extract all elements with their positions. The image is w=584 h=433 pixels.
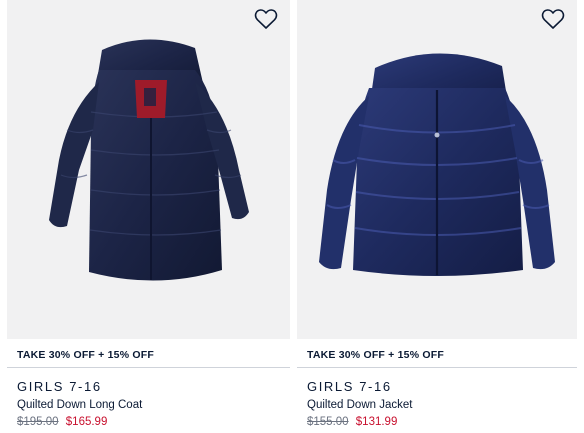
promo-text: TAKE 30% OFF + 15% OFF (307, 349, 444, 361)
wishlist-heart-icon[interactable] (541, 8, 565, 30)
sale-price: $165.99 (65, 416, 108, 428)
product-image-container[interactable] (7, 0, 290, 339)
wishlist-heart-icon[interactable] (254, 8, 278, 30)
product-name[interactable]: Quilted Down Long Coat (17, 399, 142, 411)
original-price: $155.00 (307, 416, 349, 428)
product-image-down-jacket[interactable] (297, 0, 577, 339)
product-name[interactable]: Quilted Down Jacket (307, 399, 412, 411)
divider (297, 367, 577, 368)
product-grid: TAKE 30% OFF + 15% OFF GIRLS 7-16 Quilte… (0, 0, 584, 433)
product-category: GIRLS 7-16 (307, 379, 392, 394)
product-card[interactable]: TAKE 30% OFF + 15% OFF GIRLS 7-16 Quilte… (297, 0, 577, 433)
product-category: GIRLS 7-16 (17, 379, 102, 394)
original-price: $195.00 (17, 416, 59, 428)
product-card[interactable]: TAKE 30% OFF + 15% OFF GIRLS 7-16 Quilte… (7, 0, 290, 433)
price-row: $195.00 $165.99 (17, 416, 107, 428)
sale-price: $131.99 (355, 416, 398, 428)
price-row: $155.00 $131.99 (307, 416, 397, 428)
divider (7, 367, 290, 368)
product-image-long-coat[interactable] (7, 0, 290, 339)
product-image-container[interactable] (297, 0, 577, 339)
promo-text: TAKE 30% OFF + 15% OFF (17, 349, 154, 361)
